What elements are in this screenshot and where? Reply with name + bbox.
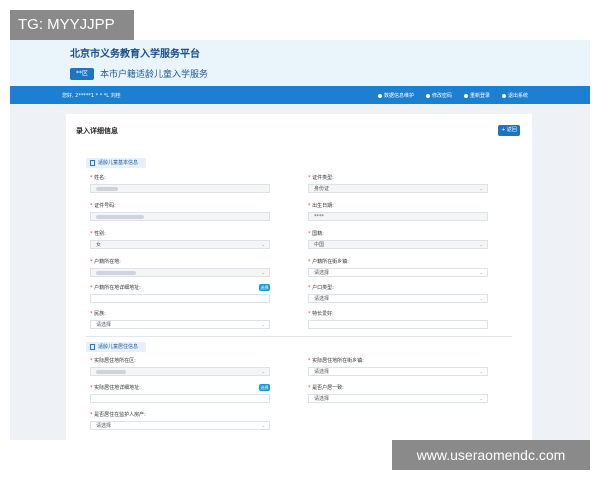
- chevron-down-icon: ⌄: [261, 322, 265, 327]
- nav-label: 数据信息维护: [383, 93, 414, 99]
- detail-form-card: 录入详细信息 + 返回 适龄儿童基本信息 * 姓名: * 证件类型: 身份证 ⌄ …: [66, 114, 532, 440]
- guardian-select[interactable]: 请选择 ⌄: [90, 421, 270, 430]
- res-street-label: * 实际居住地所在街乡镇:: [308, 358, 364, 364]
- chevron-down-icon: ⌄: [261, 423, 265, 428]
- section-title: 适龄儿童居住信息: [98, 344, 139, 350]
- section-residence-info: 适龄儿童居住信息: [86, 342, 147, 352]
- idno-field[interactable]: [90, 212, 270, 221]
- res-label: * 实际居住地所在区:: [90, 358, 136, 364]
- refresh-icon: [463, 93, 468, 98]
- chevron-down-icon: ⌄: [261, 270, 265, 275]
- nation-label: * 国籍:: [308, 231, 324, 237]
- welcome-text: 您好, 2*****1 * * *L 刘桂: [62, 93, 121, 99]
- idtype-select[interactable]: 身份证 ⌄: [308, 184, 488, 193]
- household-label: * 户口类型:: [308, 285, 334, 291]
- hukou-addr-label: * 户籍所在地详细地址:: [90, 285, 141, 291]
- remark-field[interactable]: [308, 320, 488, 329]
- site-title: 北京市义务教育入学服务平台: [70, 49, 200, 60]
- name-field[interactable]: [90, 184, 270, 193]
- chevron-down-icon: ⌄: [479, 242, 483, 247]
- nation-select[interactable]: 中国 ⌄: [308, 240, 488, 249]
- nav-label: 修改密码: [431, 93, 452, 99]
- page-title: 录入详细信息: [76, 127, 118, 135]
- res-addr-field[interactable]: [90, 394, 270, 403]
- document-icon: [90, 344, 95, 350]
- idno-label: * 证件号码:: [90, 203, 116, 209]
- section-title: 适龄儿童基本信息: [98, 160, 139, 166]
- hukou-addr-field[interactable]: [90, 294, 270, 303]
- same-label: * 是否户居一致:: [308, 385, 344, 391]
- watermark-bottom-right: www.useraomendc.com: [392, 440, 590, 470]
- nav-logout[interactable]: 退出系统: [501, 92, 528, 99]
- hukou-street-label: * 户籍所在街乡镇:: [308, 259, 349, 265]
- chevron-down-icon: ⌄: [479, 369, 483, 374]
- hukou-label: * 户籍所在地:: [90, 259, 121, 265]
- logout-icon: [501, 93, 506, 98]
- lock-icon: [425, 93, 430, 98]
- chevron-down-icon: ⌄: [479, 270, 483, 275]
- chevron-down-icon: ⌄: [261, 242, 265, 247]
- chevron-down-icon: ⌄: [479, 296, 483, 301]
- chevron-down-icon: ⌄: [261, 369, 265, 374]
- chevron-down-icon: ⌄: [479, 186, 483, 191]
- birth-field[interactable]: ****: [308, 212, 488, 221]
- same-select[interactable]: 请选择 ⌄: [308, 394, 488, 403]
- ethnic-label: * 民族:: [90, 311, 106, 317]
- top-navbar: 您好, 2*****1 * * *L 刘桂 数据信息维护 修改密码 重新登录 退…: [10, 86, 590, 104]
- hukou-select[interactable]: ⌄: [90, 268, 270, 277]
- section-divider: [86, 336, 512, 337]
- district-badge: **区: [70, 68, 94, 80]
- res-district-select[interactable]: ⌄: [90, 367, 270, 376]
- nav-relogin[interactable]: 重新登录: [463, 92, 490, 99]
- site-header: 北京市义务教育入学服务平台 **区 本市户籍适龄儿童入学服务: [10, 40, 590, 86]
- household-select[interactable]: 请选择 ⌄: [308, 294, 488, 303]
- service-title: 本市户籍适龄儿童入学服务: [100, 70, 209, 80]
- res-addr-label: * 实际居住地详细地址:: [90, 385, 141, 391]
- res-addr-pick-button[interactable]: 选择: [259, 384, 270, 391]
- res-street-select[interactable]: 请选择 ⌄: [308, 367, 488, 376]
- watermark-top-left: TG: MYYJJPP: [10, 10, 134, 40]
- info-icon: [377, 93, 382, 98]
- gender-select[interactable]: 女 ⌄: [90, 240, 270, 249]
- chevron-down-icon: ⌄: [479, 396, 483, 401]
- guardian-label: * 是否居住在监护人房产:: [90, 412, 146, 418]
- back-button[interactable]: + 返回: [498, 125, 520, 136]
- hukou-addr-pick-button[interactable]: 选择: [259, 284, 270, 291]
- nav-data-maintain[interactable]: 数据信息维护: [377, 92, 414, 99]
- idtype-label: * 证件类型:: [308, 175, 334, 181]
- birth-label: * 出生日期:: [308, 203, 334, 209]
- nav-label: 退出系统: [507, 93, 528, 99]
- gender-label: * 性别:: [90, 231, 106, 237]
- document-icon: [90, 160, 95, 166]
- name-label: * 姓名:: [90, 175, 106, 181]
- ethnic-select[interactable]: 请选择 ⌄: [90, 320, 270, 329]
- nav-links: 数据信息维护 修改密码 重新登录 退出系统: [377, 92, 528, 99]
- remark-label: * 特长爱好:: [308, 311, 334, 317]
- nav-label: 重新登录: [469, 93, 490, 99]
- hukou-street-select[interactable]: 请选择 ⌄: [308, 268, 488, 277]
- section-basic-info: 适龄儿童基本信息: [86, 158, 147, 168]
- nav-change-password[interactable]: 修改密码: [425, 92, 452, 99]
